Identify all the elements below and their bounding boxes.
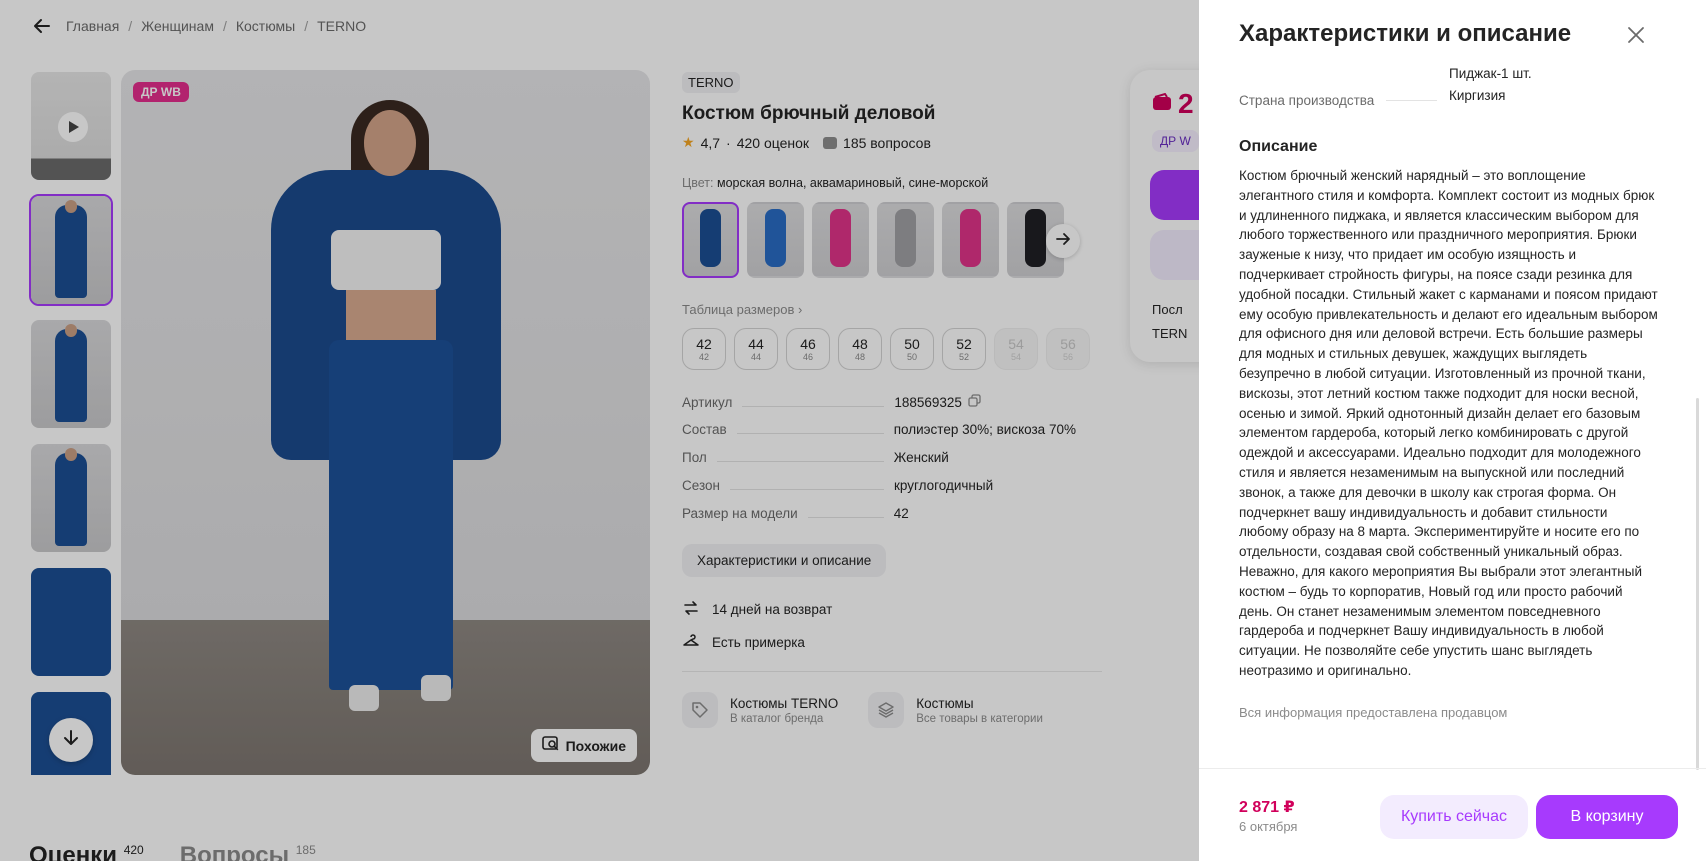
seller-info-note: Вся информация предоставлена продавцом bbox=[1239, 704, 1508, 720]
characteristics-drawer: Характеристики и описание Пиджак-1 шт. С… bbox=[1199, 0, 1706, 861]
description-text: Костюм брючный женский нарядный – это во… bbox=[1239, 168, 1658, 678]
characteristic-key: Страна производства bbox=[1239, 88, 1449, 112]
characteristic-value: Киргизия bbox=[1449, 88, 1506, 103]
divider bbox=[1199, 768, 1706, 769]
buy-now-button[interactable]: Купить сейчас bbox=[1380, 795, 1528, 839]
characteristic-row: Страна производства Киргизия bbox=[1239, 88, 1659, 112]
characteristic-value: Пиджак-1 шт. bbox=[1449, 66, 1532, 81]
characteristic-key bbox=[1239, 66, 1399, 86]
add-to-cart-button[interactable]: В корзину bbox=[1536, 795, 1678, 839]
characteristic-key-text: Страна производства bbox=[1239, 92, 1375, 108]
modal-backdrop[interactable] bbox=[0, 0, 1199, 861]
drawer-scrollbar[interactable] bbox=[1696, 398, 1699, 770]
characteristic-row: Пиджак-1 шт. bbox=[1239, 66, 1659, 86]
drawer-price: 2 871 ₽ bbox=[1239, 799, 1295, 816]
delivery-date: 6 октября bbox=[1239, 819, 1298, 834]
drawer-title: Характеристики и описание bbox=[1239, 20, 1572, 47]
close-icon[interactable] bbox=[1625, 24, 1647, 46]
description-heading: Описание bbox=[1239, 138, 1318, 155]
drawer-content[interactable]: Пиджак-1 шт. Страна производства Киргизи… bbox=[1239, 66, 1659, 766]
